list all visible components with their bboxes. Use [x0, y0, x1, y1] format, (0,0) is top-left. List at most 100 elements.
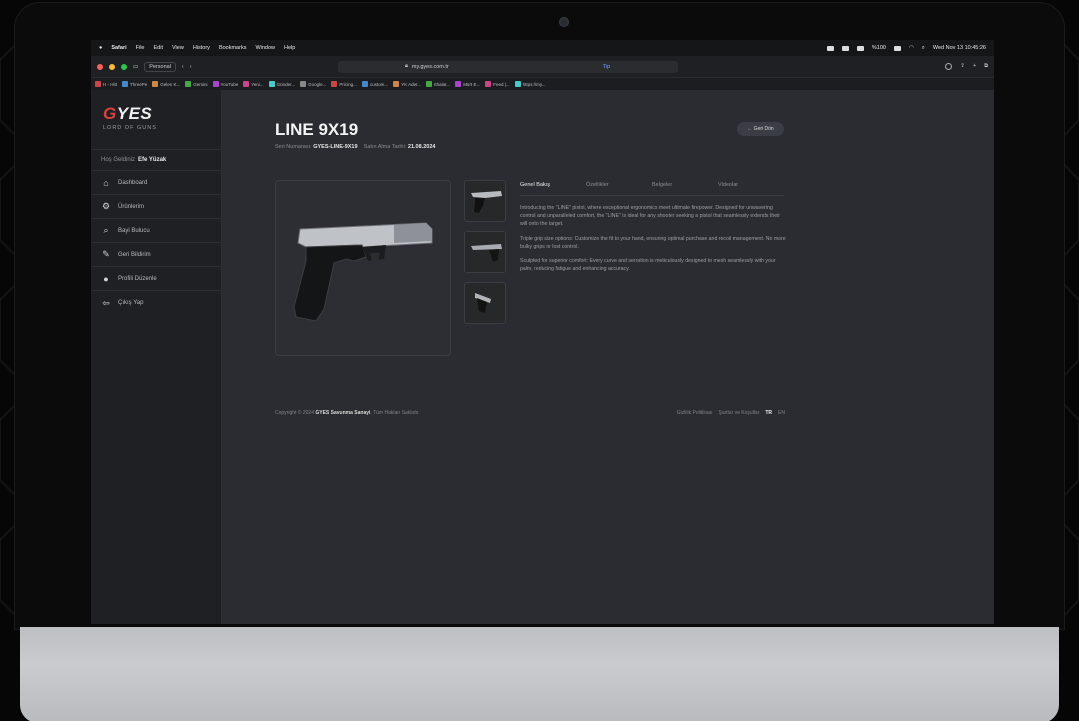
footer-links: Gizlilik Politikası Şartlar ve Koşullar … [677, 410, 785, 416]
minimize-window-button[interactable] [109, 63, 115, 70]
new-tab-icon[interactable]: + [973, 63, 976, 70]
product-main-image[interactable] [275, 180, 451, 356]
bookmarks-bar: H - Hitt ThreePe Gelen K... Gemini YouTube Ye… [91, 78, 994, 90]
bookmark-label: Mürt E... [463, 81, 481, 87]
product-thumbnail[interactable] [464, 231, 506, 273]
bookmark-item[interactable]: Pricing... [331, 81, 357, 87]
tabs-overview-icon[interactable]: ⧉ [984, 63, 988, 70]
battery-label[interactable]: %100 [872, 45, 886, 51]
share-icon[interactable]: ⇪ [960, 63, 965, 70]
bookmark-label: Yeni... [251, 81, 264, 87]
brand-logo[interactable]: GYES LORD OF GUNS [91, 90, 221, 131]
sidebar-item-dealer-finder[interactable]: ⌕ Bayi Bulucu [91, 219, 221, 243]
display-icon[interactable] [856, 45, 864, 51]
bookmark-item[interactable]: ThreePe [122, 81, 147, 87]
bookmark-item[interactable]: YK Adet... [393, 81, 421, 87]
sidebar-item-label: Ürünlerim [118, 203, 145, 210]
sidebar-item-feedback[interactable]: ✎ Geri Bildirim [91, 243, 221, 267]
screen: ● Safari File Edit View History Bookmark… [91, 40, 994, 624]
apple-icon[interactable]: ● [99, 45, 102, 51]
lock-icon: 🔒︎ [404, 63, 408, 69]
sidebar-item-edit-profile[interactable]: ● Profili Düzenle [91, 267, 221, 291]
lang-tr-link[interactable]: TR [765, 410, 772, 416]
bookmark-favicon-icon [485, 81, 492, 87]
pistol-thumb-icon [475, 293, 491, 313]
bookmark-item[interactable]: Yeni... [243, 81, 264, 87]
home-icon: ⌂ [103, 177, 109, 188]
tab-videos[interactable]: Videolar [718, 182, 784, 195]
menu-safari[interactable]: Safari [111, 45, 126, 51]
sidebar-item-label: Bayi Bulucu [118, 227, 150, 234]
logo-tagline: LORD OF GUNS [103, 125, 157, 131]
profile-selector[interactable]: Personal [144, 61, 176, 72]
bookmark-item[interactable]: Ithalat... [426, 81, 450, 87]
zoom-window-button[interactable] [121, 63, 127, 70]
menu-file[interactable]: File [136, 45, 145, 51]
bookmark-favicon-icon [361, 81, 368, 87]
pistol-image [293, 222, 433, 322]
footer: Copyright © 2024 GYES Savunma Sanayi. Tü… [275, 410, 785, 416]
user-name: Efe Yüzak [138, 157, 167, 163]
pistol-thumb-icon [471, 191, 502, 213]
menu-view[interactable]: View [172, 45, 184, 51]
clock[interactable]: Wed Nov 13 10:45:26 [933, 45, 986, 51]
bookmark-label: Ithalat... [434, 81, 451, 87]
menu-edit[interactable]: Edit [154, 45, 163, 51]
bookmark-favicon-icon [122, 81, 128, 87]
address-bar[interactable]: 🔒︎ my.gyes.com.tr Tip [337, 60, 678, 73]
status-icon[interactable] [826, 45, 834, 51]
privacy-link[interactable]: Gizlilik Politikası [677, 410, 713, 416]
close-window-button[interactable] [97, 63, 103, 70]
logo-text: GYES [103, 104, 221, 124]
bookmark-item[interactable]: https://my... [514, 81, 546, 87]
sidebar-item-dashboard[interactable]: ⌂ Dashboard [91, 171, 221, 195]
bookmark-item[interactable]: custom... [361, 81, 388, 87]
sidebar-item-logout[interactable]: ⇦ Çıkış Yap [91, 291, 221, 315]
bookmark-item[interactable]: YouTube [212, 81, 238, 87]
bookmark-item[interactable]: Gemini [185, 81, 208, 87]
sidebar-toggle-icon[interactable]: ▭ [133, 64, 138, 70]
menu-help[interactable]: Help [284, 45, 295, 51]
product-thumbnail[interactable] [464, 180, 506, 222]
bookmark-item[interactable]: Günder... [268, 81, 296, 87]
pistol-thumb-icon [471, 244, 502, 262]
terms-link[interactable]: Şartlar ve Koşullar [719, 410, 760, 416]
back-nav-icon[interactable]: ‹ [182, 64, 184, 70]
bookmark-item[interactable]: H - Hitt [95, 81, 117, 87]
camera-icon [559, 17, 569, 27]
cloud-icon[interactable] [841, 45, 849, 51]
bookmark-label: Günder... [276, 81, 296, 87]
bookmark-favicon-icon [331, 81, 338, 87]
forward-nav-icon[interactable]: › [190, 64, 192, 70]
tab-documents[interactable]: Belgeler [652, 182, 718, 195]
bookmark-label: ThreePe [130, 81, 148, 87]
url-text: my.gyes.com.tr [411, 63, 449, 70]
product-thumbnail[interactable] [464, 282, 506, 324]
sidebar-item-label: Dashboard [118, 179, 148, 186]
bookmark-item[interactable]: Google... [300, 81, 326, 87]
spotlight-icon[interactable]: ⌕ [922, 45, 925, 52]
bookmark-item[interactable]: Feed |... [485, 81, 510, 87]
menu-history[interactable]: History [193, 45, 210, 51]
battery-icon[interactable] [893, 45, 901, 51]
tab-overview[interactable]: Genel Bakış [520, 182, 586, 195]
bookmark-label: Gelen K... [160, 81, 181, 87]
wifi-icon[interactable]: ◠ [909, 45, 914, 51]
menu-bookmarks[interactable]: Bookmarks [219, 45, 247, 51]
menu-window[interactable]: Window [255, 45, 275, 51]
tip-badge[interactable]: Tip [603, 64, 610, 70]
bookmark-label: https://my... [522, 81, 546, 87]
lang-en-link[interactable]: EN [778, 410, 785, 416]
bookmark-label: H - Hitt [103, 81, 117, 87]
bookmark-favicon-icon [514, 81, 521, 87]
sidebar-item-label: Çıkış Yap [118, 300, 144, 306]
gear-icon: ⚙ [101, 201, 111, 211]
tab-features[interactable]: Özellikler [586, 182, 652, 195]
back-button[interactable]: ← Geri Dön [737, 122, 784, 136]
bookmark-item[interactable]: Mürt E... [455, 81, 480, 87]
sidebar-item-products[interactable]: ⚙ Ürünlerim [91, 195, 221, 219]
copyright-text: Copyright © 2024 GYES Savunma Sanayi. Tü… [275, 410, 420, 416]
download-icon[interactable] [945, 63, 953, 70]
bookmark-item[interactable]: Gelen K... [152, 81, 180, 87]
user-icon: ● [103, 273, 109, 284]
